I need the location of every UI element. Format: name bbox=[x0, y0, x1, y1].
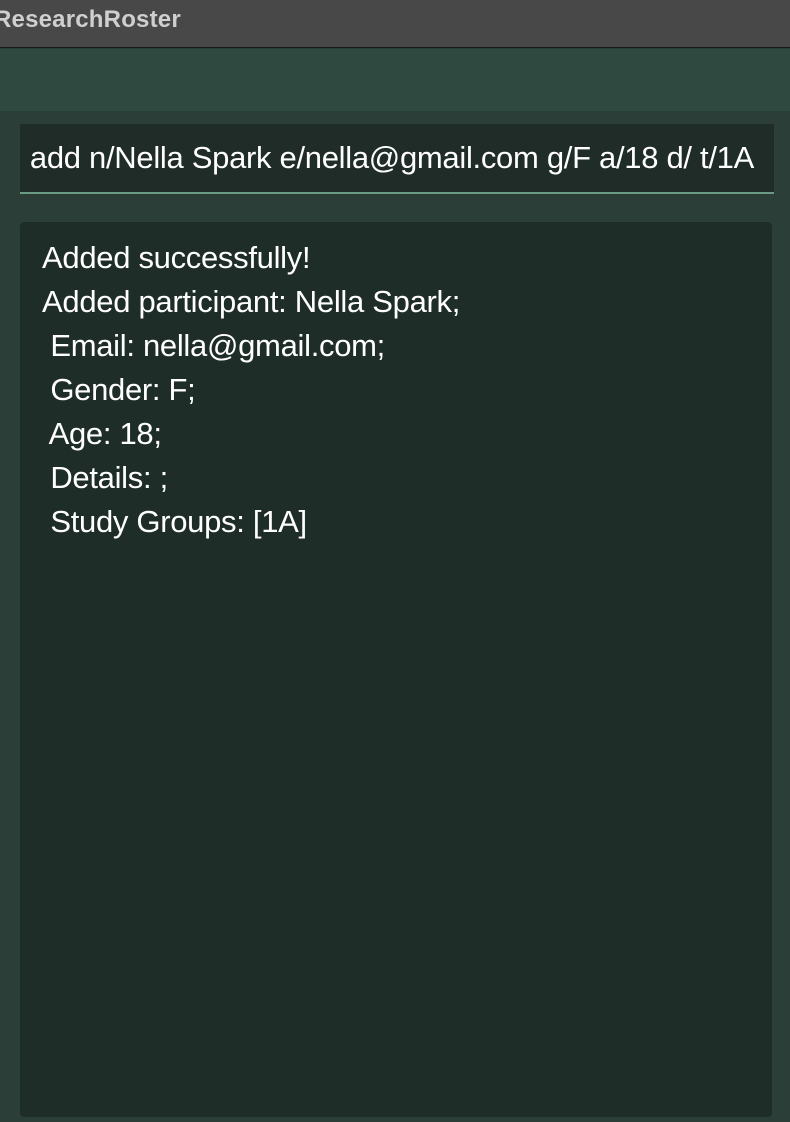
command-box[interactable]: add n/Nella Spark e/nella@gmail.com g/F … bbox=[20, 124, 774, 194]
window-title: ResearchRoster bbox=[0, 6, 181, 33]
result-display: Added successfully! Added participant: N… bbox=[20, 222, 772, 1117]
title-bar[interactable]: ResearchRoster bbox=[0, 0, 790, 48]
result-line-gender: Gender: F; bbox=[42, 372, 196, 407]
result-line-email: Email: nella@gmail.com; bbox=[42, 328, 385, 363]
command-input[interactable]: add n/Nella Spark e/nella@gmail.com g/F … bbox=[30, 124, 754, 192]
result-line-study-groups: Study Groups: [1A] bbox=[42, 504, 307, 539]
result-line-age: Age: 18; bbox=[42, 416, 162, 451]
menu-bar bbox=[0, 49, 790, 111]
result-line-participant: Added participant: Nella Spark; bbox=[42, 284, 461, 319]
result-line-status: Added successfully! bbox=[42, 240, 311, 275]
result-line-details: Details: ; bbox=[42, 460, 168, 495]
